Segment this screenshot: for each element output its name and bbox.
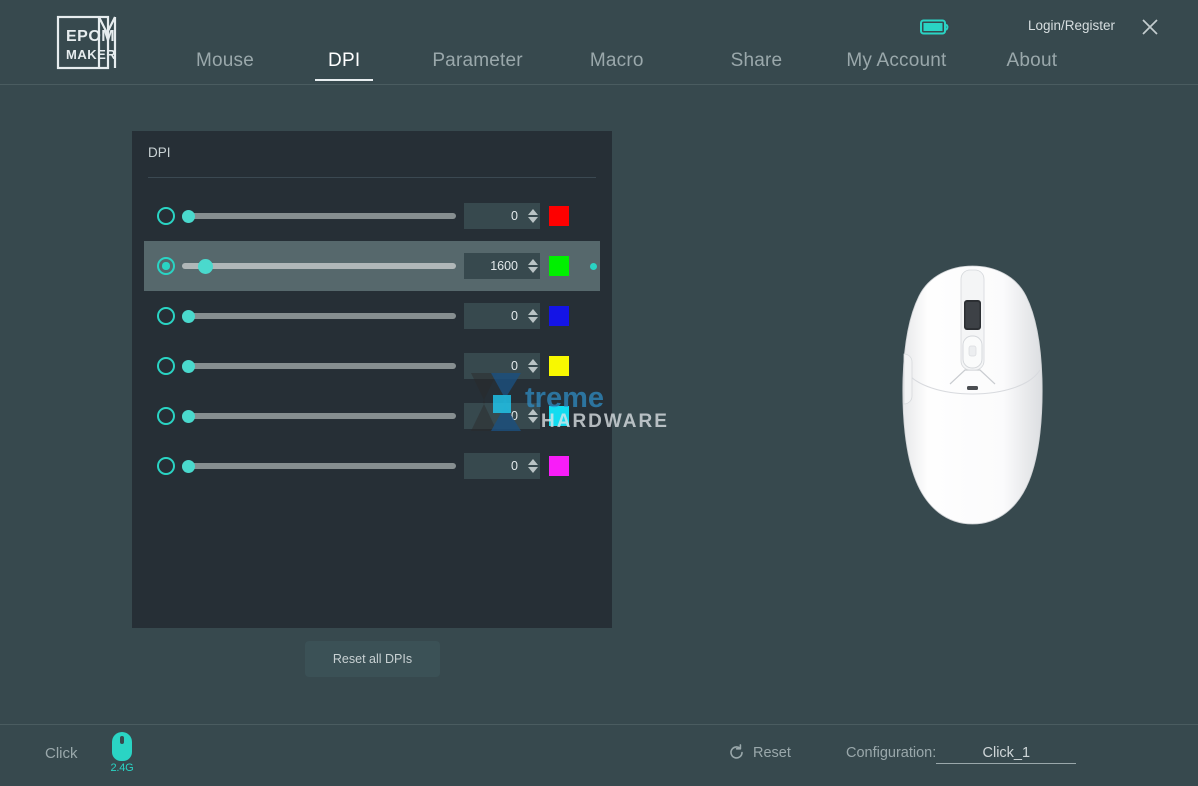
dpi-spinner[interactable] — [526, 353, 540, 379]
dpi-value-stepper[interactable]: 0 — [464, 453, 540, 479]
mouse-preview-image — [895, 262, 1050, 530]
dpi-value-input[interactable]: 1600 — [464, 253, 526, 279]
battery-full-icon — [920, 19, 950, 36]
slider-handle[interactable] — [198, 259, 213, 274]
spin-down-icon[interactable] — [528, 317, 538, 323]
dpi-value-input[interactable]: 0 — [464, 353, 526, 379]
dpi-spinner[interactable] — [526, 303, 540, 329]
slider-track — [182, 413, 456, 419]
dpi-color-swatch[interactable] — [549, 456, 569, 476]
dpi-value-stepper[interactable]: 0 — [464, 203, 540, 229]
dpi-row[interactable]: 0 — [132, 441, 612, 491]
dpi-row[interactable]: 0 — [132, 391, 612, 441]
dpi-slider[interactable] — [182, 307, 456, 325]
spin-down-icon[interactable] — [528, 417, 538, 423]
dpi-row[interactable]: 1600 — [144, 241, 600, 291]
dpi-color-swatch[interactable] — [549, 206, 569, 226]
epomaker-logo: EPOM MAKER — [56, 15, 126, 70]
dpi-value-stepper[interactable]: 1600 — [464, 253, 540, 279]
dpi-row[interactable]: 0 — [132, 341, 612, 391]
dpi-active-indicator — [590, 263, 597, 270]
spin-down-icon[interactable] — [528, 217, 538, 223]
tab-about[interactable]: About — [1007, 50, 1058, 81]
dpi-color-swatch[interactable] — [549, 306, 569, 326]
spin-up-icon[interactable] — [528, 209, 538, 215]
dpi-slider[interactable] — [182, 457, 456, 475]
spin-up-icon[interactable] — [528, 459, 538, 465]
slider-handle[interactable] — [182, 210, 195, 223]
close-icon[interactable] — [1138, 15, 1162, 39]
reset-all-dpis-button[interactable]: Reset all DPIs — [305, 641, 440, 677]
slider-track — [182, 313, 456, 319]
slider-track — [182, 463, 456, 469]
slider-handle[interactable] — [182, 360, 195, 373]
dpi-slider[interactable] — [182, 357, 456, 375]
dpi-value-stepper[interactable]: 0 — [464, 403, 540, 429]
spin-up-icon[interactable] — [528, 309, 538, 315]
configuration-label: Configuration: — [846, 745, 936, 761]
profile-label: Click — [45, 745, 78, 762]
dpi-value-input[interactable]: 0 — [464, 303, 526, 329]
slider-handle[interactable] — [182, 410, 195, 423]
dpi-value-stepper[interactable]: 0 — [464, 303, 540, 329]
dpi-select-radio[interactable] — [157, 207, 175, 225]
reset-button-label: Reset — [753, 745, 791, 761]
slider-handle[interactable] — [182, 310, 195, 323]
dpi-spinner[interactable] — [526, 453, 540, 479]
slider-handle[interactable] — [182, 460, 195, 473]
connection-type-label: 2.4G — [108, 762, 136, 774]
app-header: EPOM MAKER Mouse DPI Parameter Macro Sha… — [0, 0, 1198, 85]
dpi-spinner[interactable] — [526, 253, 540, 279]
panel-divider — [148, 177, 596, 178]
tab-share[interactable]: Share — [731, 50, 783, 81]
login-register-link[interactable]: Login/Register — [1028, 18, 1115, 33]
slider-track — [182, 213, 456, 219]
spin-up-icon[interactable] — [528, 259, 538, 265]
dpi-spinner[interactable] — [526, 203, 540, 229]
configuration-field: Configuration: Click_1 — [846, 745, 1076, 764]
panel-title: DPI — [148, 145, 171, 160]
dpi-color-swatch[interactable] — [549, 406, 569, 426]
dpi-slider[interactable] — [182, 257, 456, 275]
dpi-select-radio[interactable] — [157, 407, 175, 425]
tab-parameter[interactable]: Parameter — [432, 50, 523, 81]
dpi-color-swatch[interactable] — [549, 256, 569, 276]
spin-up-icon[interactable] — [528, 409, 538, 415]
dpi-row[interactable]: 0 — [132, 191, 612, 241]
dpi-select-radio[interactable] — [157, 257, 175, 275]
app-footer: Click 2.4G Reset Configuration: Click_1 — [0, 724, 1198, 786]
dpi-panel: DPI 0 — [132, 131, 612, 628]
dpi-slider[interactable] — [182, 407, 456, 425]
tab-my-account[interactable]: My Account — [846, 50, 946, 81]
dpi-select-radio[interactable] — [157, 357, 175, 375]
tab-mouse[interactable]: Mouse — [196, 50, 254, 81]
dpi-select-radio[interactable] — [157, 457, 175, 475]
reset-button[interactable]: Reset — [728, 744, 791, 761]
dpi-value-stepper[interactable]: 0 — [464, 353, 540, 379]
spin-down-icon[interactable] — [528, 367, 538, 373]
connected-device-indicator[interactable]: 2.4G — [108, 732, 136, 778]
dpi-color-swatch[interactable] — [549, 356, 569, 376]
dpi-slider[interactable] — [182, 207, 456, 225]
dpi-row[interactable]: 0 — [132, 291, 612, 341]
dpi-value-input[interactable]: 0 — [464, 203, 526, 229]
dpi-select-radio[interactable] — [157, 307, 175, 325]
tab-dpi[interactable]: DPI — [328, 50, 360, 81]
dpi-spinner[interactable] — [526, 403, 540, 429]
dpi-value-input[interactable]: 0 — [464, 403, 526, 429]
tab-macro[interactable]: Macro — [590, 50, 644, 81]
dpi-row-list: 0 1600 — [132, 191, 612, 491]
spin-down-icon[interactable] — [528, 267, 538, 273]
slider-track — [182, 363, 456, 369]
dpi-value-input[interactable]: 0 — [464, 453, 526, 479]
svg-text:MAKER: MAKER — [66, 47, 116, 62]
refresh-icon — [728, 744, 745, 761]
mouse-icon — [112, 732, 132, 761]
main-nav: Mouse DPI Parameter Macro Share My Accou… — [196, 50, 1057, 81]
slider-track — [182, 263, 456, 269]
spin-down-icon[interactable] — [528, 467, 538, 473]
spin-up-icon[interactable] — [528, 359, 538, 365]
configuration-value-input[interactable]: Click_1 — [936, 745, 1076, 764]
